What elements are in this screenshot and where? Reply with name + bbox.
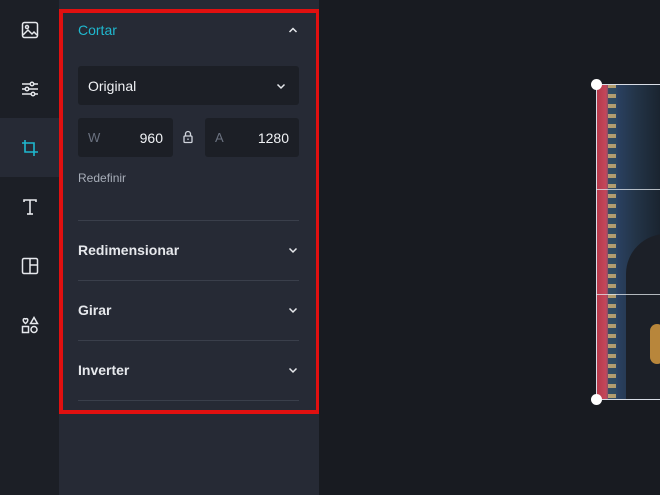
rail-adjust-button[interactable] [0, 59, 59, 118]
width-field[interactable]: W 960 [78, 118, 173, 157]
crop-grid-line [596, 189, 660, 190]
image-icon [21, 21, 38, 38]
crop-icon [21, 139, 38, 156]
height-field[interactable]: A 1280 [205, 118, 299, 157]
photo-editor: Cortar Original W 960 A 1280 Redefinir R… [0, 0, 660, 495]
crop-section-title: Cortar [78, 22, 117, 38]
crop-grid-line [596, 294, 660, 295]
flip-section-title: Inverter [78, 362, 130, 378]
sliders-icon [21, 80, 38, 97]
text-icon [22, 198, 37, 215]
chevron-up-icon [287, 24, 299, 36]
resize-section-header[interactable]: Redimensionar [78, 230, 299, 270]
width-prefix: W [88, 130, 101, 145]
crop-handle-top-left[interactable] [591, 79, 602, 90]
shapes-icon [21, 315, 39, 333]
rail-layout-button[interactable] [0, 236, 59, 295]
flip-section-header[interactable]: Inverter [78, 350, 299, 390]
tool-rail [0, 0, 59, 495]
reset-link[interactable]: Redefinir [78, 171, 126, 185]
divider [78, 340, 299, 341]
resize-section-title: Redimensionar [78, 242, 180, 258]
chevron-down-icon [287, 304, 299, 316]
height-prefix: A [215, 130, 224, 145]
chevron-down-icon [275, 80, 287, 92]
chevron-down-icon [287, 364, 299, 376]
aspect-ratio-select[interactable]: Original [78, 66, 299, 105]
width-value: 960 [139, 129, 163, 146]
rotate-section-title: Girar [78, 302, 112, 318]
lock-icon[interactable] [182, 130, 194, 144]
crop-section-header[interactable]: Cortar [78, 10, 299, 50]
height-value: 1280 [257, 129, 289, 146]
rotate-section-header[interactable]: Girar [78, 290, 299, 330]
chevron-down-icon [287, 244, 299, 256]
rail-elements-button[interactable] [0, 295, 59, 354]
divider [78, 280, 299, 281]
rail-crop-button[interactable] [0, 118, 59, 177]
aspect-ratio-value: Original [88, 77, 137, 94]
divider [78, 400, 299, 401]
rail-text-button[interactable] [0, 177, 59, 236]
crop-frame[interactable] [596, 84, 660, 400]
divider [78, 220, 299, 221]
layout-icon [21, 257, 38, 274]
rail-image-button[interactable] [0, 0, 59, 59]
crop-handle-bottom-left[interactable] [591, 394, 602, 405]
